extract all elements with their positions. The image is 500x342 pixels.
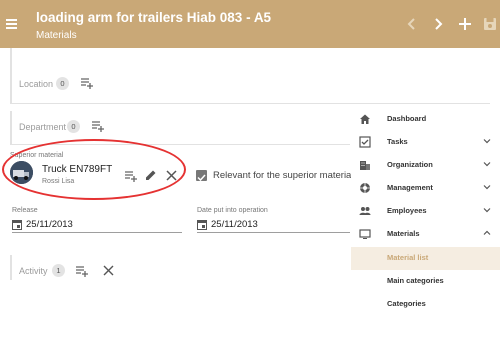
divider <box>10 144 350 145</box>
operation-date-label: Date put into operation <box>197 207 268 214</box>
menu-item-tasks[interactable]: Tasks <box>351 131 500 154</box>
menu-subitem-label: Categories <box>387 299 426 308</box>
menu-item-dashboard[interactable]: Dashboard <box>351 108 500 131</box>
menu-item-label: Dashboard <box>387 114 427 123</box>
home-icon <box>360 114 370 124</box>
close-icon[interactable] <box>166 170 177 181</box>
menu-subitem-label: Main categories <box>387 276 444 285</box>
chevron-down-icon <box>483 162 491 167</box>
playlist-add-icon[interactable] <box>91 120 105 132</box>
aperture-icon <box>360 183 370 193</box>
menu-subitem-label: Material list <box>387 253 429 262</box>
superior-material-owner: Rossi Lisa <box>42 178 75 185</box>
release-label: Release <box>12 207 38 214</box>
superior-material-label: Superior material <box>10 152 64 159</box>
app-header: loading arm for trailers Hiab 083 - A5 M… <box>0 0 500 48</box>
navigation-menu: Dashboard Tasks Organization Management … <box>351 108 500 318</box>
save-icon[interactable] <box>480 14 500 34</box>
department-card <box>10 111 12 144</box>
pencil-icon[interactable] <box>145 169 157 181</box>
department-count-badge: 0 <box>67 120 80 133</box>
release-date-value[interactable]: 25/11/2013 <box>26 219 73 230</box>
chevron-right-icon[interactable] <box>428 14 448 34</box>
app-window: loading arm for trailers Hiab 083 - A5 M… <box>0 0 500 342</box>
operation-date-underline <box>197 232 350 233</box>
avatar <box>10 161 33 184</box>
close-icon[interactable] <box>103 265 114 276</box>
menu-subitem-material-list[interactable]: Material list <box>351 247 500 270</box>
playlist-add-icon[interactable] <box>75 265 89 277</box>
location-count-badge: 0 <box>56 77 69 90</box>
menu-subitem-main-categories[interactable]: Main categories <box>351 270 500 293</box>
location-card <box>10 48 12 103</box>
building-icon <box>360 161 370 170</box>
playlist-add-icon[interactable] <box>80 77 94 89</box>
chevron-down-icon <box>483 139 491 144</box>
chevron-up-icon <box>483 230 491 235</box>
monitor-icon <box>359 229 371 239</box>
calendar-icon[interactable] <box>12 219 22 230</box>
menu-item-label: Management <box>387 183 433 192</box>
operation-date-value[interactable]: 25/11/2013 <box>211 219 258 230</box>
people-icon <box>359 207 371 215</box>
chevron-down-icon <box>483 185 491 190</box>
activity-count-badge: 1 <box>52 264 65 277</box>
divider <box>10 103 490 104</box>
superior-material-name[interactable]: Truck EN789FT <box>42 164 112 175</box>
menu-item-materials[interactable]: Materials <box>351 223 500 246</box>
menu-item-organization[interactable]: Organization <box>351 154 500 177</box>
relevant-checkbox-label: Relevant for the superior material <box>213 170 354 181</box>
menu-item-label: Organization <box>387 160 433 169</box>
chevron-down-icon <box>483 208 491 213</box>
menu-item-label: Materials <box>387 229 420 238</box>
menu-subitem-categories[interactable]: Categories <box>351 293 500 316</box>
location-label: Location <box>19 79 54 89</box>
menu-item-employees[interactable]: Employees <box>351 200 500 223</box>
page-subtitle: Materials <box>36 30 77 41</box>
menu-item-management[interactable]: Management <box>351 177 500 200</box>
release-underline <box>12 232 182 233</box>
page-title: loading arm for trailers Hiab 083 - A5 <box>36 10 272 25</box>
relevant-checkbox[interactable] <box>196 170 207 182</box>
checkbox-icon <box>359 136 371 148</box>
department-label: Department <box>19 122 67 132</box>
activity-card <box>10 255 12 280</box>
chevron-left-icon[interactable] <box>402 14 422 34</box>
activity-label: Activity <box>19 266 48 276</box>
calendar-icon[interactable] <box>197 219 207 230</box>
menu-item-label: Tasks <box>387 137 408 146</box>
playlist-add-icon[interactable] <box>124 170 138 182</box>
menu-icon[interactable] <box>6 19 17 29</box>
menu-item-label: Employees <box>387 206 427 215</box>
plus-icon[interactable] <box>455 14 475 34</box>
